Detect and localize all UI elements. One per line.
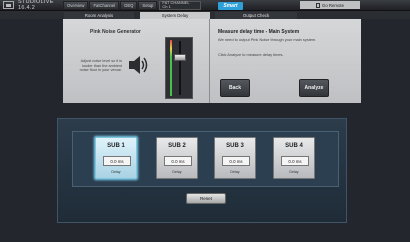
fader-track [179, 41, 181, 95]
sub-caption: Delay [289, 170, 299, 174]
go-remote-label: Go Remote [322, 2, 344, 8]
speaker-icon [129, 56, 148, 74]
sub-delay-value[interactable]: 0.0 ms [222, 156, 250, 166]
level-meter [170, 40, 172, 96]
panel-divider [209, 19, 210, 103]
sub-label: SUB 1 [107, 143, 125, 149]
tab-room-analysis[interactable]: Room Analysis [64, 12, 134, 19]
go-remote-button[interactable]: Go Remote [300, 1, 360, 9]
nav-fatchannel[interactable]: FatChannel [89, 0, 120, 10]
brand-label: STUDIOLIVE 16.4.2 [18, 0, 54, 11]
device-icon [3, 1, 14, 9]
fader-handle[interactable] [174, 54, 186, 62]
smart-button[interactable]: Smart [218, 2, 243, 10]
back-button[interactable]: Back [220, 79, 250, 97]
sub-delay-value[interactable]: 0.0 ms [103, 156, 131, 166]
tab-output-check[interactable]: Output Check [215, 12, 297, 19]
nav-geq[interactable]: GEQ [120, 0, 138, 10]
remote-icon [316, 2, 320, 8]
noise-level-fader[interactable] [165, 37, 193, 99]
measure-instruction: Click Analyze to measure delay times. [218, 52, 284, 57]
sub-1-card[interactable]: SUB 1 0.0 ms Delay [95, 137, 137, 179]
tab-system-delay[interactable]: System Delay [140, 12, 210, 19]
sub-label: SUB 4 [285, 143, 303, 149]
measure-title: Measure delay time - Main System [218, 29, 300, 35]
sub-caption: Delay [230, 170, 240, 174]
analyze-button[interactable]: Analyze [299, 79, 329, 97]
sub-label: SUB 2 [168, 143, 186, 149]
fatchannel-bottom-label: Ch 1 [162, 4, 171, 9]
sub-3-card[interactable]: SUB 3 0.0 ms Delay [214, 137, 256, 179]
sub-label: SUB 3 [226, 143, 244, 149]
fatchannel-selector[interactable]: FAT CHANNEL Ch 1 [159, 0, 202, 10]
pink-noise-title: Pink Noise Generator [90, 29, 141, 35]
wizard-tab-row: Room Analysis System Delay Output Check [0, 11, 410, 19]
reset-button[interactable]: Reset [186, 193, 226, 204]
measure-subtitle: We need to output Pink Noise through you… [218, 37, 317, 42]
nav-overview[interactable]: Overview [63, 0, 89, 10]
sub-2-card[interactable]: SUB 2 0.0 ms Delay [156, 137, 198, 179]
pink-noise-description: Adjust noise level so it is louder than … [79, 59, 122, 73]
sub-caption: Delay [111, 170, 121, 174]
sub-caption: Delay [172, 170, 182, 174]
sub-delay-value[interactable]: 0.0 ms [281, 156, 309, 166]
nav-setup[interactable]: Setup [138, 0, 158, 10]
sub-4-card[interactable]: SUB 4 0.0 ms Delay [273, 137, 315, 179]
sub-delay-value[interactable]: 0.0 ms [164, 156, 192, 166]
